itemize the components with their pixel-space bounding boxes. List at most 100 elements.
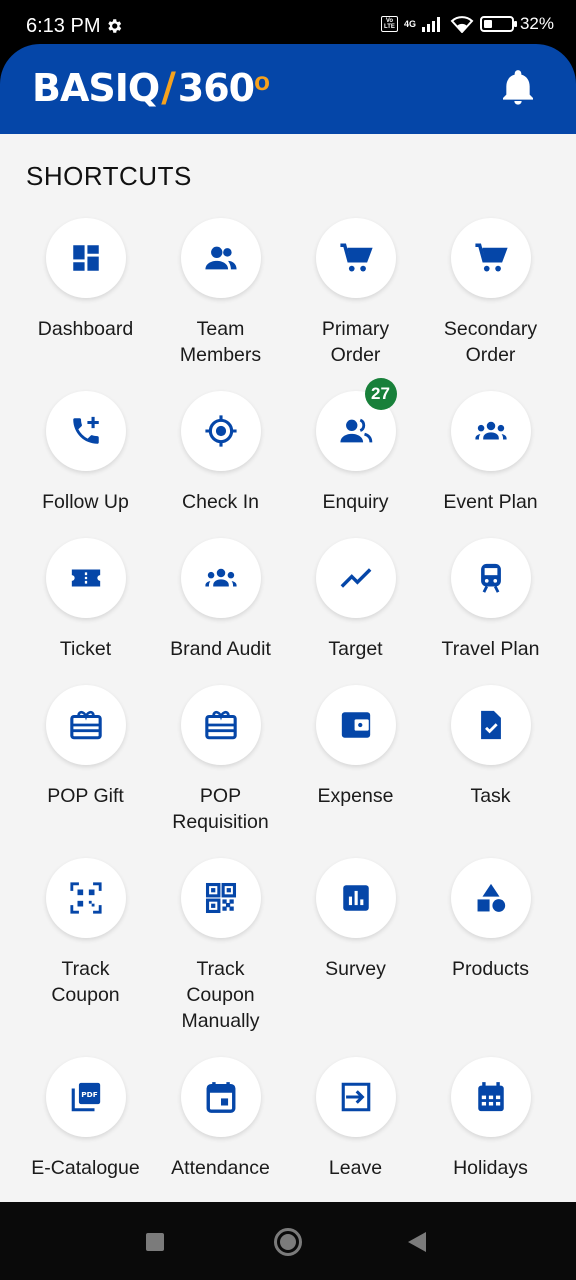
system-nav-bar bbox=[0, 1202, 576, 1280]
battery-icon bbox=[479, 16, 517, 32]
shortcut-label: Products bbox=[452, 958, 529, 980]
back-button[interactable] bbox=[408, 1232, 426, 1252]
shortcut-label: POP Gift bbox=[47, 785, 124, 807]
shortcut-leave[interactable]: Leave bbox=[288, 1057, 423, 1181]
groups-icon bbox=[204, 568, 237, 587]
shortcut-icon-button[interactable] bbox=[180, 538, 261, 618]
shortcut-label: Ticket bbox=[59, 638, 112, 660]
shortcut-pop-requisition[interactable]: POP Requisition bbox=[153, 685, 288, 835]
shortcut-label: Track Coupon bbox=[51, 958, 120, 1006]
shortcut-label: Team Members bbox=[179, 318, 262, 366]
shortcut-travel-plan[interactable]: Travel Plan bbox=[423, 538, 558, 662]
shortcut-target[interactable]: Target bbox=[288, 538, 423, 662]
shortcut-icon-button[interactable] bbox=[45, 685, 126, 765]
shortcut-attendance[interactable]: Attendance bbox=[153, 1057, 288, 1181]
recents-button[interactable] bbox=[146, 1233, 164, 1251]
shortcut-event-plan[interactable]: Event Plan bbox=[423, 391, 558, 515]
status-bar: 6:13 PM Vo LTE 4G 32% bbox=[0, 0, 576, 48]
shapes-icon bbox=[477, 883, 505, 912]
shortcut-label: Travel Plan bbox=[441, 638, 540, 660]
shortcut-icon-button[interactable]: 27 bbox=[315, 378, 397, 471]
people-icon bbox=[339, 418, 372, 443]
shortcut-e-catalogue[interactable]: PDF E-Catalogue bbox=[18, 1057, 153, 1181]
shortcut-icon-button[interactable] bbox=[450, 685, 531, 765]
shortcut-secondary-order[interactable]: Secondary Order bbox=[423, 218, 558, 368]
shortcut-icon-button[interactable] bbox=[180, 685, 261, 765]
calendar-event-icon bbox=[206, 1082, 235, 1113]
settings-gear-icon bbox=[108, 19, 122, 33]
shortcut-icon-button[interactable] bbox=[180, 1057, 261, 1137]
task-file-icon bbox=[480, 710, 501, 740]
shortcut-icon-button[interactable] bbox=[315, 858, 396, 938]
train-icon bbox=[480, 563, 501, 593]
shortcut-holidays[interactable]: Holidays bbox=[423, 1057, 558, 1181]
shortcut-team-members[interactable]: Team Members bbox=[153, 218, 288, 368]
shortcut-label: E-Catalogue bbox=[31, 1157, 140, 1179]
shortcut-dashboard[interactable]: Dashboard bbox=[18, 218, 153, 342]
shortcut-icon-button[interactable] bbox=[45, 538, 126, 618]
shortcut-enquiry[interactable]: 27 Enquiry bbox=[288, 378, 423, 515]
groups-icon bbox=[474, 421, 507, 440]
shortcut-label: Target bbox=[328, 638, 383, 660]
shortcut-icon-button[interactable] bbox=[450, 218, 531, 298]
team-members-icon bbox=[204, 246, 237, 270]
shortcut-icon-button[interactable] bbox=[315, 538, 396, 618]
ticket-icon bbox=[71, 569, 100, 587]
shortcut-label: Dashboard bbox=[37, 318, 134, 340]
shortcut-icon-button[interactable]: PDF bbox=[45, 1057, 126, 1137]
basiq360-logo: BASIQ / 360 o bbox=[32, 64, 270, 112]
location-target-icon bbox=[204, 415, 237, 447]
shortcuts-panel: SHORTCUTS Dashboard Team Members Primary Ord… bbox=[0, 134, 576, 1202]
notification-bell-icon[interactable] bbox=[498, 68, 538, 108]
shortcut-expense[interactable]: Expense bbox=[288, 685, 423, 809]
shortcut-pop-gift[interactable]: POP Gift bbox=[18, 685, 153, 809]
shortcut-icon-button[interactable] bbox=[450, 538, 531, 618]
shortcut-icon-button[interactable] bbox=[315, 1057, 396, 1137]
shortcut-icon-button[interactable] bbox=[45, 391, 126, 471]
shortcut-icon-button[interactable] bbox=[45, 858, 126, 938]
shortcut-survey[interactable]: Survey bbox=[288, 858, 423, 982]
shortcut-label: Secondary Order bbox=[443, 318, 538, 366]
bar-chart-icon bbox=[342, 885, 369, 911]
shortcut-label: Check In bbox=[182, 491, 259, 513]
shortcut-follow-up[interactable]: Follow Up bbox=[18, 391, 153, 515]
shortcut-icon-button[interactable] bbox=[315, 218, 396, 298]
svg-text:PDF: PDF bbox=[81, 1090, 98, 1099]
shortcut-products[interactable]: Products bbox=[423, 858, 558, 982]
shortcut-icon-button[interactable] bbox=[450, 1057, 531, 1137]
cart-icon bbox=[474, 243, 508, 272]
wallet-icon bbox=[341, 712, 370, 738]
exit-icon bbox=[341, 1082, 370, 1112]
section-title: SHORTCUTS bbox=[26, 161, 192, 191]
shortcut-primary-order[interactable]: Primary Order bbox=[288, 218, 423, 368]
shortcut-track-coupon-manually[interactable]: Track Coupon Manually bbox=[153, 858, 288, 1034]
app-header: BASIQ / 360 o bbox=[0, 44, 576, 134]
wifi-icon bbox=[450, 16, 474, 33]
shortcut-label: POP Requisition bbox=[172, 785, 269, 833]
shortcut-label: Follow Up bbox=[42, 491, 129, 513]
home-button[interactable] bbox=[274, 1228, 302, 1256]
logo-slash: / bbox=[161, 65, 176, 111]
shortcut-brand-audit[interactable]: Brand Audit bbox=[153, 538, 288, 662]
shortcut-task[interactable]: Task bbox=[423, 685, 558, 809]
logo-right: 360 bbox=[177, 66, 255, 110]
network-type: 4G bbox=[403, 18, 416, 29]
shortcut-label: Survey bbox=[325, 958, 386, 980]
shortcut-icon-button[interactable] bbox=[180, 391, 261, 471]
gift-card-icon bbox=[69, 710, 102, 740]
shortcut-icon-button[interactable] bbox=[450, 858, 531, 938]
shortcut-label: Task bbox=[470, 785, 511, 807]
shortcut-icon-button[interactable] bbox=[45, 218, 126, 298]
shortcut-check-in[interactable]: Check In bbox=[153, 391, 288, 515]
shortcut-ticket[interactable]: Ticket bbox=[18, 538, 153, 662]
shortcut-icon-button[interactable] bbox=[315, 685, 396, 765]
gift-card-icon bbox=[204, 710, 237, 740]
notification-count-badge: 27 bbox=[364, 378, 397, 410]
shortcut-label: Attendance bbox=[171, 1157, 270, 1179]
shortcut-icon-button[interactable] bbox=[180, 858, 261, 938]
shortcut-label: Primary Order bbox=[321, 318, 390, 366]
shortcut-track-coupon[interactable]: Track Coupon bbox=[18, 858, 153, 1008]
shortcut-icon-button[interactable] bbox=[180, 218, 261, 298]
qr-code-icon bbox=[205, 882, 236, 914]
shortcut-icon-button[interactable] bbox=[450, 391, 531, 471]
